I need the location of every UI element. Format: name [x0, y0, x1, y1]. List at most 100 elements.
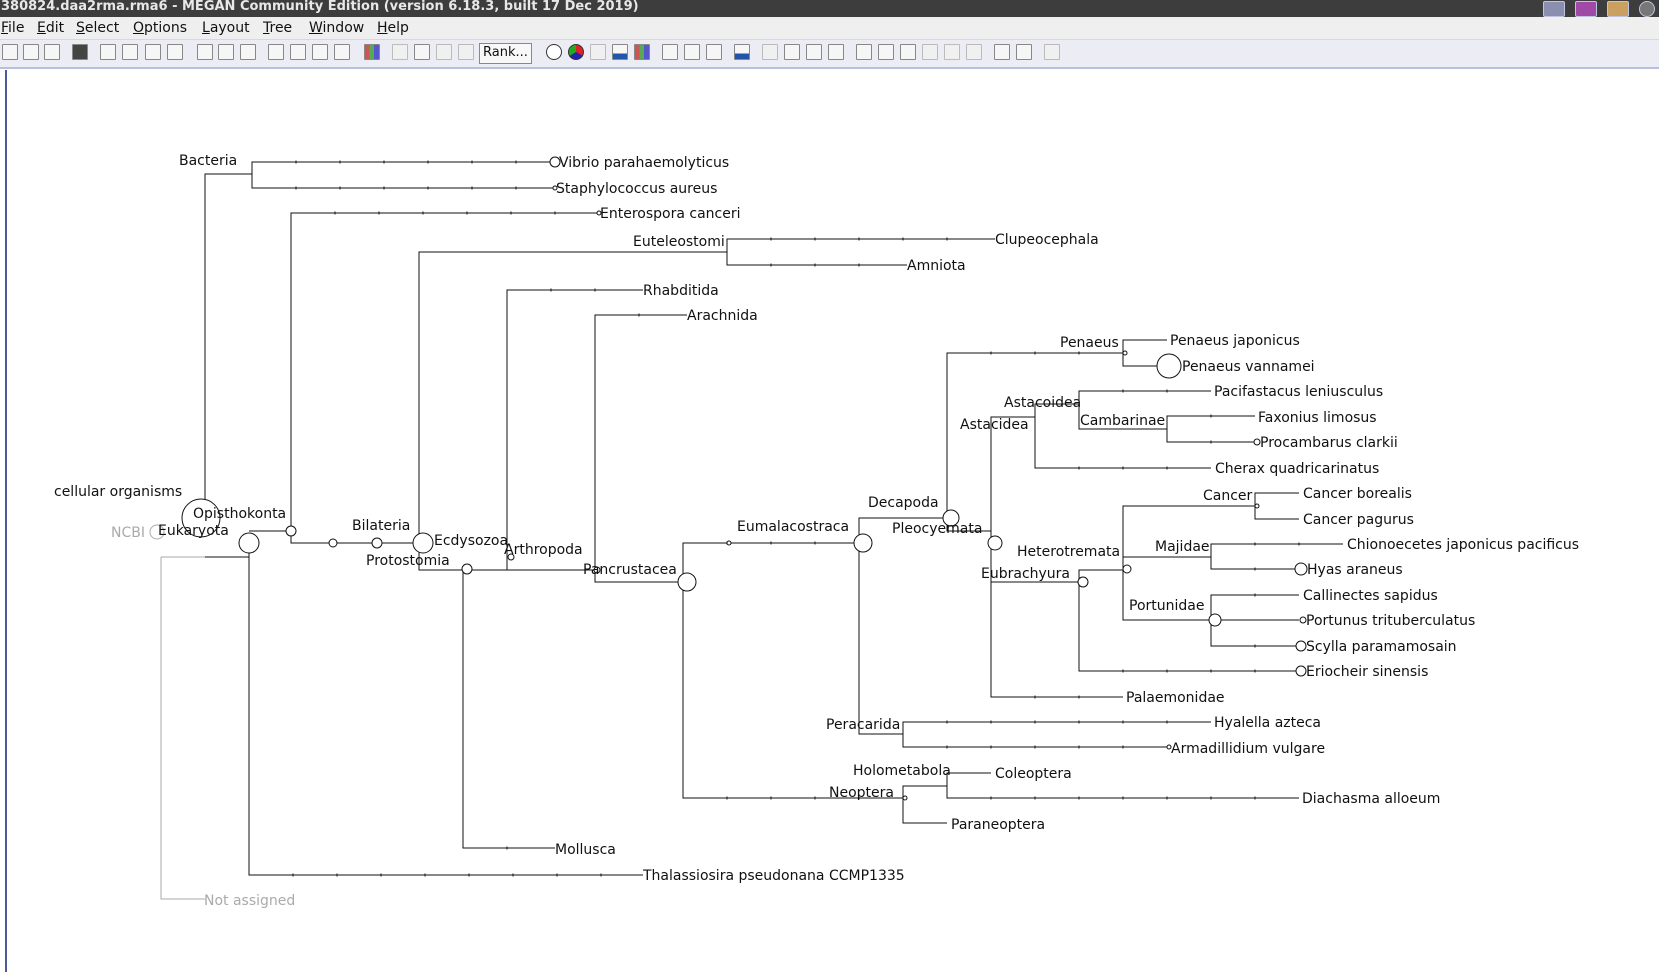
node-heterotremata[interactable] — [1122, 564, 1132, 574]
ac-icon[interactable] — [806, 44, 822, 60]
leaf-coleoptera[interactable]: Coleoptera — [995, 766, 1072, 782]
leaf-procambarus[interactable]: Procambarus clarkii — [1260, 435, 1398, 451]
seed-icon[interactable] — [922, 44, 938, 60]
leaf-scylla-circle[interactable] — [1295, 640, 1307, 652]
menu-help[interactable]: Help — [377, 20, 409, 36]
leaf-mollusca[interactable]: Mollusca — [555, 842, 616, 858]
find-icon[interactable] — [72, 44, 88, 60]
settings-icon[interactable] — [1639, 0, 1655, 17]
leaf-hyas-circle[interactable] — [1294, 562, 1308, 576]
node-bilateria[interactable] — [371, 537, 383, 549]
label-portunidae[interactable]: Portunidae — [1129, 598, 1204, 614]
rank-tree-icon[interactable] — [414, 44, 430, 60]
label-ecdysozoa[interactable]: Ecdysozoa — [434, 533, 508, 549]
node-pancrustacea-big[interactable] — [677, 572, 697, 592]
circle-node-icon[interactable] — [546, 44, 562, 60]
zoom-width-icon[interactable] — [218, 44, 234, 60]
label-eumalacostraca[interactable]: Eumalacostraca — [737, 519, 849, 535]
uncollapse-icon[interactable] — [290, 44, 306, 60]
leaf-portunus[interactable]: Portunus trituberculatus — [1306, 613, 1475, 629]
label-opisthokonta[interactable]: Opisthokonta — [193, 506, 286, 522]
node-eumalacostraca-pre[interactable] — [726, 540, 732, 546]
coxcomb-icon[interactable] — [590, 44, 606, 60]
node-neoptera[interactable] — [902, 795, 908, 801]
label-astacoidea[interactable]: Astacoidea — [1004, 395, 1081, 411]
rank-right-icon[interactable] — [436, 44, 452, 60]
ipr2go-icon[interactable] — [878, 44, 894, 60]
heatmap-icon[interactable] — [634, 44, 650, 60]
leaf-penaeus-japonicus[interactable]: Penaeus japonicus — [1170, 333, 1300, 349]
chart-icon[interactable] — [734, 44, 750, 60]
menu-select[interactable]: Select — [76, 20, 119, 36]
word-cloud-icon[interactable] — [762, 44, 778, 60]
label-protostomia[interactable]: Protostomia — [366, 553, 450, 569]
open-icon[interactable] — [2, 44, 18, 60]
label-cellular-organisms[interactable]: cellular organisms — [54, 484, 182, 500]
leaf-vibrio[interactable]: Vibrio parahaemolyticus — [559, 155, 729, 171]
leaf-thalassiosira[interactable]: Thalassiosira pseudonana CCMP1335 — [642, 868, 905, 884]
node-eukaryota[interactable] — [238, 532, 260, 554]
leaf-diachasma[interactable]: Diachasma alloeum — [1302, 791, 1440, 807]
leaf-callinectes[interactable]: Callinectes sapidus — [1303, 588, 1438, 604]
print-icon[interactable] — [23, 44, 39, 60]
label-heterotremata[interactable]: Heterotremata — [1017, 544, 1120, 560]
export-icon[interactable] — [44, 44, 60, 60]
node-pleocyemata[interactable] — [987, 535, 1003, 551]
display-icon[interactable] — [1575, 0, 1597, 17]
expand-horizontal-icon[interactable] — [145, 44, 161, 60]
inspector-icon[interactable] — [1044, 44, 1060, 60]
compare-icon[interactable] — [994, 44, 1010, 60]
label-eubrachyura[interactable]: Eubrachyura — [981, 566, 1070, 582]
leaf-pacifastacus[interactable]: Pacifastacus leniusculus — [1214, 384, 1383, 400]
tree-viewer[interactable]: cellular organisms NCBI Bacteria Opistho… — [5, 70, 1659, 972]
leaf-scylla[interactable]: Scylla paramamosain — [1306, 639, 1457, 655]
clipboard-icon[interactable] — [1607, 0, 1629, 17]
network-icon[interactable] — [1543, 0, 1565, 17]
label-neoptera[interactable]: Neoptera — [829, 785, 894, 801]
menu-edit[interactable]: Edit — [37, 20, 64, 36]
eggnog-icon[interactable] — [966, 44, 982, 60]
node-protostomia[interactable] — [461, 563, 473, 575]
leaf-rhabditida[interactable]: Rhabditida — [643, 283, 719, 299]
label-decapoda[interactable]: Decapoda — [868, 495, 939, 511]
node-cancer[interactable] — [1254, 503, 1260, 509]
clear-icon[interactable] — [828, 44, 844, 60]
leaf-eriocheir[interactable]: Eriocheir sinensis — [1306, 664, 1428, 680]
menu-layout[interactable]: Layout — [202, 20, 250, 36]
leaf-palaemonidae[interactable]: Palaemonidae — [1126, 690, 1225, 706]
kegg-icon[interactable] — [944, 44, 960, 60]
label-holometabola[interactable]: Holometabola — [853, 763, 951, 779]
linear-scale-icon[interactable] — [662, 44, 678, 60]
pie-chart-icon[interactable] — [568, 44, 584, 60]
leaf-armadillidium[interactable]: Armadillidium vulgare — [1171, 741, 1325, 757]
cog-icon[interactable] — [900, 44, 916, 60]
leaf-paraneoptera[interactable]: Paraneoptera — [951, 817, 1045, 833]
expand-subtree-icon[interactable] — [334, 44, 350, 60]
leaf-arachnida[interactable]: Arachnida — [687, 308, 758, 324]
leaf-cancer-borealis[interactable]: Cancer borealis — [1303, 486, 1412, 502]
leaf-faxonius[interactable]: Faxonius limosus — [1258, 410, 1377, 426]
uncollapse-subtree-icon[interactable] — [312, 44, 328, 60]
table-chart-icon[interactable] — [784, 44, 800, 60]
label-peracarida[interactable]: Peracarida — [826, 717, 900, 733]
leaf-amniota[interactable]: Amniota — [907, 258, 966, 274]
label-ncbi[interactable]: NCBI — [111, 525, 145, 541]
node-penaeus[interactable] — [1122, 350, 1128, 356]
zoom-fit-icon[interactable] — [197, 44, 213, 60]
contract-vertical-icon[interactable] — [122, 44, 138, 60]
leaf-hyas[interactable]: Hyas araneus — [1307, 562, 1403, 578]
leaf-chionoecetes[interactable]: Chionoecetes japonicus pacificus — [1347, 537, 1579, 553]
label-arthropoda[interactable]: Arthropoda — [504, 542, 583, 558]
label-bacteria[interactable]: Bacteria — [179, 153, 237, 169]
log-scale-icon[interactable] — [706, 44, 722, 60]
bar-node-icon[interactable] — [612, 44, 628, 60]
leaf-penaeus-vannamei[interactable]: Penaeus vannamei — [1182, 359, 1315, 375]
taxonomy-tree[interactable]: cellular organisms NCBI Bacteria Opistho… — [7, 70, 1659, 972]
contract-horizontal-icon[interactable] — [167, 44, 183, 60]
label-eukaryota[interactable]: Eukaryota — [158, 523, 229, 539]
menu-file[interactable]: File — [1, 20, 24, 36]
rank-subtree-icon[interactable] — [458, 44, 474, 60]
node-eumalacostraca[interactable] — [853, 533, 873, 553]
menu-options[interactable]: Options — [133, 20, 187, 36]
label-bilateria[interactable]: Bilateria — [352, 518, 410, 534]
